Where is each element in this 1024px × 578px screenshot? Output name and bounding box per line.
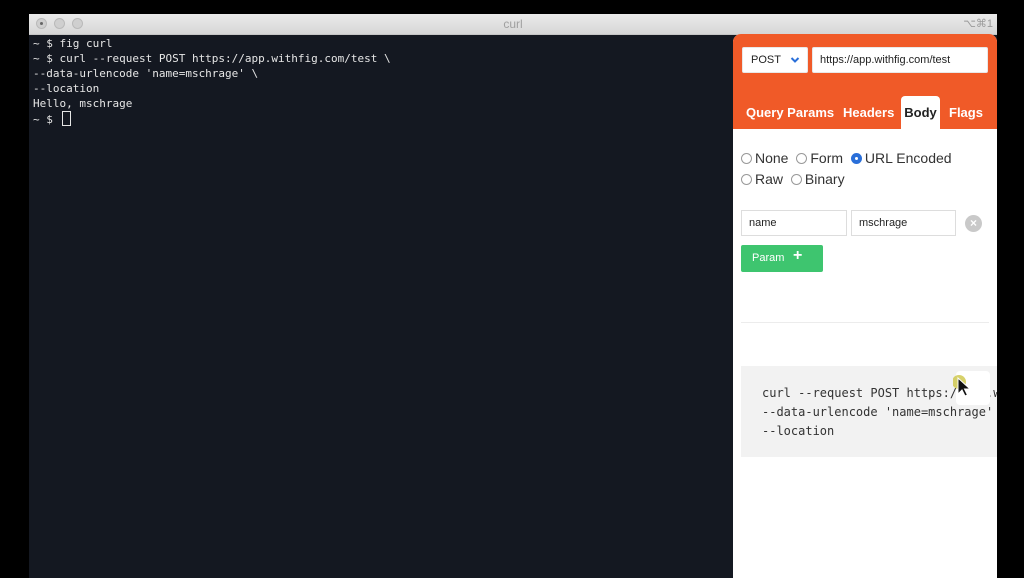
terminal-cursor <box>61 111 71 126</box>
tab-headers[interactable]: Headers <box>843 96 894 129</box>
terminal-prompt: ~ $ <box>33 113 60 126</box>
terminal-line: --location <box>33 82 100 95</box>
terminal-line: Hello, mschrage <box>33 97 133 110</box>
radio-binary[interactable]: Binary <box>790 171 845 187</box>
param-value-input[interactable]: mschrage <box>851 210 956 236</box>
section-divider <box>741 322 989 323</box>
radio-circle <box>741 153 752 164</box>
radio-circle <box>741 174 752 185</box>
add-param-button[interactable]: Param + <box>741 245 823 272</box>
radio-url-encoded[interactable]: URL Encoded <box>850 150 952 166</box>
terminal-window: curl ⌥⌘1 ~ $ fig curl ~ $ curl --request… <box>29 14 997 578</box>
tab-body[interactable]: Body <box>901 96 940 129</box>
radio-form[interactable]: Form <box>796 150 843 166</box>
radio-raw[interactable]: Raw <box>741 171 783 187</box>
window-shortcut: ⌥⌘1 <box>963 18 993 30</box>
body-type-row: Raw Binary <box>741 171 849 187</box>
radio-none[interactable]: None <box>741 150 788 166</box>
radio-circle-selected <box>850 153 862 164</box>
chevron-down-icon <box>790 57 800 63</box>
method-value: POST <box>751 54 781 66</box>
mouse-pointer-icon <box>953 375 972 397</box>
plus-icon: + <box>793 247 803 264</box>
title-bar: curl ⌥⌘1 <box>29 14 997 35</box>
body-type-row: None Form URL Encoded <box>741 150 956 166</box>
tab-query-params[interactable]: Query Params <box>746 96 834 129</box>
terminal-prompt-line: ~ $ <box>33 111 733 126</box>
fig-curl-panel: POST https://app.withfig.com/test Query … <box>733 34 997 578</box>
window-title: curl <box>503 17 523 31</box>
add-param-label: Param <box>752 252 785 264</box>
radio-circle <box>796 153 808 164</box>
code-line: --location <box>762 424 835 438</box>
tab-flags[interactable]: Flags <box>949 96 983 129</box>
terminal-line: ~ $ fig curl <box>33 37 113 50</box>
url-input[interactable]: https://app.withfig.com/test <box>812 47 988 73</box>
terminal-line: --data-urlencode 'name=mschrage' \ <box>33 67 259 80</box>
code-line: --data-urlencode 'name=mschrage' \ <box>762 405 997 419</box>
method-select[interactable]: POST <box>742 47 808 73</box>
param-key-input[interactable]: name <box>741 210 847 236</box>
terminal-line: ~ $ curl --request POST https://app.with… <box>33 52 391 65</box>
radio-circle <box>790 174 802 185</box>
terminal-output[interactable]: ~ $ fig curl ~ $ curl --request POST htt… <box>33 36 733 126</box>
panel-header: POST https://app.withfig.com/test Query … <box>733 34 997 129</box>
close-icon[interactable]: × <box>965 215 982 232</box>
